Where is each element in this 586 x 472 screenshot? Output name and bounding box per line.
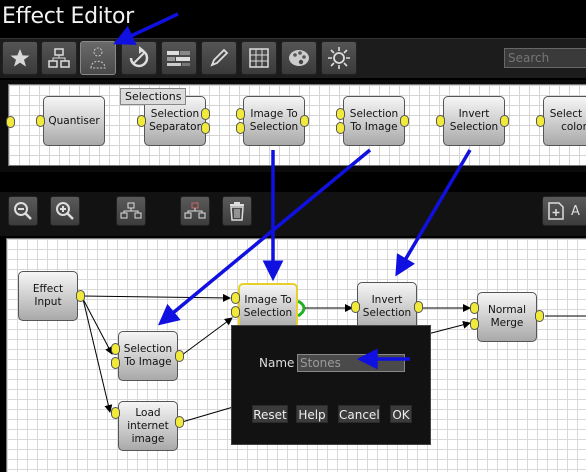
graph-node-effect-input[interactable]: Effect Input xyxy=(18,271,78,321)
zoom-out-icon xyxy=(14,202,32,220)
tab-selections[interactable] xyxy=(80,41,116,75)
palette-node-selection-to-image[interactable]: Selection To Image xyxy=(343,96,405,146)
graph-port xyxy=(76,290,85,302)
delete-button[interactable] xyxy=(222,196,252,226)
star-icon xyxy=(10,49,30,67)
layout-remove-button[interactable] xyxy=(180,196,210,226)
graph-port xyxy=(111,407,120,419)
tab-light[interactable] xyxy=(321,41,357,75)
palette-port xyxy=(236,122,245,134)
graph-port xyxy=(535,310,544,322)
graph-node-selection-to-image[interactable]: Selection To Image xyxy=(118,331,178,381)
palette-port xyxy=(36,115,45,127)
graph-node-normal-merge[interactable]: Normal Merge xyxy=(477,292,537,342)
graph-port xyxy=(175,416,184,428)
ok-button[interactable]: OK xyxy=(390,405,412,423)
add-page-icon xyxy=(548,202,564,220)
palette-node-quantiser[interactable]: Quantiser xyxy=(43,96,105,146)
add-node-button[interactable]: A xyxy=(542,196,586,226)
zoom-in-icon xyxy=(56,202,74,220)
graph-port xyxy=(414,301,423,313)
tooltip: Selections xyxy=(120,88,187,105)
palette-port xyxy=(436,115,445,127)
layout-remove-icon xyxy=(184,202,206,219)
pencil-icon xyxy=(210,48,229,67)
tab-draw[interactable] xyxy=(201,41,237,75)
brightness-icon xyxy=(328,47,350,69)
window-title: Effect Editor xyxy=(2,4,134,29)
layout-button[interactable] xyxy=(116,196,146,226)
help-button[interactable]: Help xyxy=(296,405,328,423)
layout-icon xyxy=(120,202,142,219)
trash-icon xyxy=(230,202,244,221)
rotate-icon xyxy=(129,46,149,68)
graph-port xyxy=(111,357,120,369)
tab-graph[interactable] xyxy=(41,41,77,75)
palette-icon xyxy=(289,50,309,66)
palette-port xyxy=(500,115,509,127)
palette-port xyxy=(6,116,15,128)
graph-port xyxy=(351,301,360,313)
palette-port xyxy=(536,115,545,127)
grid-icon xyxy=(249,48,269,68)
palette-port xyxy=(400,115,409,127)
palette-port xyxy=(201,122,210,134)
graph-port xyxy=(111,343,120,355)
cancel-button[interactable]: Cancel xyxy=(338,405,380,423)
reset-button[interactable]: Reset xyxy=(252,405,288,423)
graph-node-load-internet-image[interactable]: Load internet image xyxy=(118,401,178,451)
palette-node-invert-selection[interactable]: Invert Selection xyxy=(443,96,505,146)
selection-person-icon xyxy=(90,47,106,69)
graph-port xyxy=(470,302,479,314)
color-bars-icon xyxy=(167,51,190,66)
graph-port xyxy=(231,292,240,304)
palette-port xyxy=(336,108,345,120)
name-label: Name xyxy=(259,356,295,370)
graph-toolbar: A xyxy=(0,192,586,236)
rename-dialog: Name Stones Reset Help Cancel OK xyxy=(231,325,431,445)
palette-node-image-to-selection[interactable]: Image To Selection xyxy=(243,96,305,146)
category-tab-bar xyxy=(0,38,586,78)
search-input[interactable] xyxy=(504,48,586,68)
node-graph-icon xyxy=(48,48,70,68)
zoom-in-button[interactable] xyxy=(50,196,80,226)
graph-port xyxy=(175,350,184,362)
tab-palette[interactable] xyxy=(281,41,317,75)
palette-port xyxy=(300,115,309,127)
tab-grid[interactable] xyxy=(241,41,277,75)
zoom-out-button[interactable] xyxy=(8,196,38,226)
tab-colors[interactable] xyxy=(161,41,197,75)
palette-port xyxy=(236,108,245,120)
palette-node-select-by-color[interactable]: Select by color xyxy=(543,96,586,146)
graph-node-image-to-selection[interactable]: Image To Selection xyxy=(238,283,298,331)
graph-port xyxy=(231,306,240,318)
graph-port xyxy=(470,318,479,330)
tab-transform[interactable] xyxy=(121,41,157,75)
add-node-label: A xyxy=(571,203,580,219)
palette-port xyxy=(201,108,210,120)
tab-favorites[interactable] xyxy=(2,41,38,75)
palette-port xyxy=(137,115,146,127)
name-field[interactable]: Stones xyxy=(297,354,405,372)
palette-port xyxy=(336,122,345,134)
